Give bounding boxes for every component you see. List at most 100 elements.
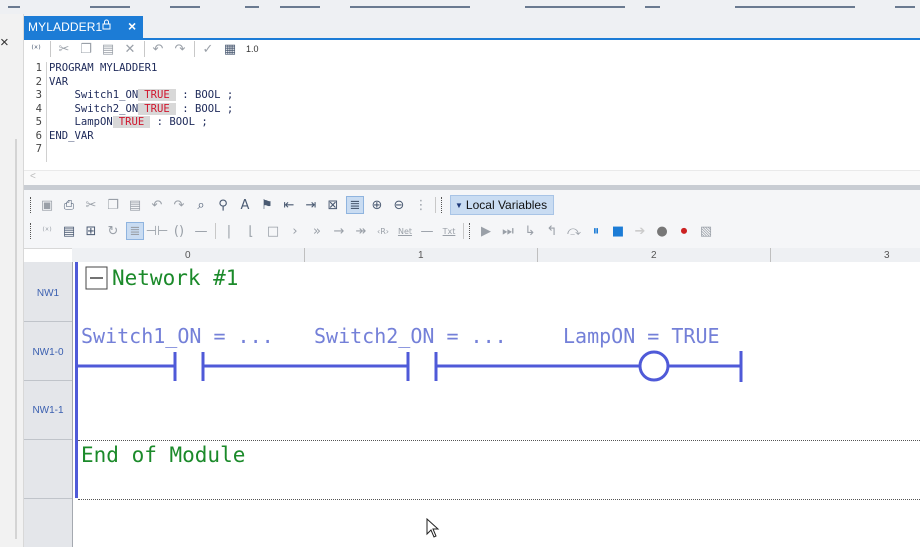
step-icon[interactable]: ⏭ — [500, 223, 516, 239]
record-icon[interactable]: ⏺ — [676, 223, 692, 239]
redo-icon[interactable]: ↷ — [171, 197, 187, 213]
network-title[interactable]: Network #1 — [112, 266, 238, 290]
branch-icon[interactable]: ⌊ — [243, 223, 259, 239]
tab-close-icon[interactable]: × — [128, 18, 136, 34]
code-line[interactable]: VAR — [49, 76, 68, 88]
toolbar-icon[interactable] — [280, 0, 320, 8]
left-power-rail — [75, 262, 78, 498]
refresh-icon[interactable]: ↻ — [105, 223, 121, 239]
paste-icon[interactable]: ▤ — [100, 41, 116, 57]
variable-list-icon[interactable]: ▦ — [222, 41, 238, 57]
insert-function-icon[interactable]: ⊞ — [83, 223, 99, 239]
code-line[interactable]: PROGRAM MYLADDER1 — [49, 62, 157, 74]
find-icon[interactable]: ⌕ — [193, 197, 209, 213]
vertical-line-icon[interactable]: | — [221, 223, 237, 239]
next-bookmark-icon[interactable]: ⇥ — [303, 197, 319, 213]
copy-icon[interactable]: ❐ — [105, 197, 121, 213]
zoom-out-icon[interactable]: ⊖ — [391, 197, 407, 213]
toolbar-icon[interactable] — [645, 0, 660, 8]
grid-icon[interactable]: ⋮ — [413, 197, 429, 213]
breakpoint-icon[interactable]: ● — [654, 223, 670, 239]
check-icon[interactable]: ✓ — [200, 41, 216, 57]
code-line[interactable]: LampON TRUE : BOOL ; — [49, 116, 208, 128]
bookmark-icon[interactable]: ⚑ — [259, 197, 275, 213]
code-line[interactable]: END_VAR — [49, 130, 94, 142]
panel-close-icon[interactable]: × — [0, 34, 9, 51]
toolbar-icon[interactable] — [350, 0, 470, 8]
reset-coil-icon[interactable]: ‹R› — [375, 223, 391, 239]
toolbar-icon[interactable] — [735, 0, 855, 8]
clear-bookmarks-icon[interactable]: ⊠ — [325, 197, 341, 213]
pause-icon[interactable]: ⏸ — [588, 223, 604, 239]
insert-block-icon[interactable]: ▤ — [61, 223, 77, 239]
code-line[interactable]: Switch2_ON TRUE : BOOL ; — [49, 102, 233, 115]
toolbar-icon[interactable] — [525, 0, 625, 8]
line-number: 6 — [35, 129, 42, 142]
network-icon[interactable]: Net — [397, 223, 413, 239]
row-header-nw1[interactable]: NW1 — [24, 288, 72, 299]
print-icon[interactable]: ⎙ — [61, 197, 77, 213]
replace-icon[interactable]: A — [237, 197, 253, 213]
toolbar-icon[interactable] — [170, 0, 200, 8]
contact-switch2-label[interactable]: Switch2_ON = ... — [314, 324, 507, 348]
coil-lamp-label[interactable]: LampON = TRUE — [563, 324, 720, 348]
tab-myladder1[interactable]: MYLADDER1 × — [24, 16, 143, 38]
toolbar-grip[interactable] — [30, 223, 34, 239]
toolbar-icon[interactable] — [90, 0, 130, 8]
step-out-icon[interactable]: ↰ — [544, 223, 560, 239]
jump-icon[interactable]: › — [287, 223, 303, 239]
run-icon[interactable]: ▶ — [478, 223, 494, 239]
horizontal-line-icon[interactable]: — — [419, 223, 435, 239]
copy-icon[interactable]: ❐ — [78, 41, 94, 57]
prev-bookmark-icon[interactable]: ⇤ — [281, 197, 297, 213]
cut-icon[interactable]: ✂ — [83, 197, 99, 213]
zoom-in-icon[interactable]: ⊕ — [369, 197, 385, 213]
cut-icon[interactable]: ✂ — [56, 41, 72, 57]
comment-mode-icon[interactable]: ≣ — [346, 196, 364, 214]
toolbar-icon[interactable] — [8, 0, 20, 8]
end-of-module-label: End of Module — [81, 443, 246, 467]
ladder-diagram[interactable]: Network #1 Switch1_ON = ... Switch2_ON =… — [73, 262, 920, 547]
toolbar-grip[interactable] — [469, 223, 473, 239]
contact-icon[interactable]: ⊣⊢ — [146, 223, 169, 239]
undo-icon[interactable]: ↶ — [149, 197, 165, 213]
insert-variable-icon[interactable]: ⁽ˣ⁾ — [28, 41, 44, 57]
export-icon[interactable]: ▧ — [698, 223, 714, 239]
find-replace-icon[interactable]: ⚲ — [215, 197, 231, 213]
lock-icon[interactable] — [102, 19, 111, 33]
stop-icon[interactable]: ■ — [610, 223, 626, 239]
code-editor[interactable]: 1 PROGRAM MYLADDER1 2 VAR 3 Switch1_ON TR… — [24, 62, 920, 170]
coil-icon[interactable]: () — [171, 223, 187, 239]
code-horizontal-scrollbar[interactable]: < — [24, 170, 920, 185]
ruler-divider — [304, 248, 305, 262]
continue-icon[interactable]: ➔ — [632, 223, 648, 239]
line-icon[interactable]: — — [193, 223, 209, 239]
contact-switch1-label[interactable]: Switch1_ON = ... — [81, 324, 274, 348]
delete-icon[interactable]: ✕ — [122, 41, 138, 57]
return-icon[interactable]: » — [309, 223, 325, 239]
row-header-nw1-0[interactable]: NW1-0 — [24, 347, 72, 358]
code-line[interactable]: Switch1_ON TRUE : BOOL ; — [49, 89, 233, 101]
undo-icon[interactable]: ↶ — [150, 41, 166, 57]
toolbar-icon[interactable] — [895, 0, 915, 8]
insert-variable-icon[interactable]: ⁽ˣ⁾ — [39, 223, 55, 239]
box-icon[interactable]: □ — [265, 223, 281, 239]
paste-icon[interactable]: ▤ — [127, 197, 143, 213]
double-arrow-icon[interactable]: ↠ — [353, 223, 369, 239]
comment-icon[interactable]: ≣ — [126, 222, 144, 240]
toolbar-icon[interactable] — [245, 0, 259, 8]
redo-icon[interactable]: ↷ — [172, 41, 188, 57]
scroll-left-icon[interactable]: < — [30, 171, 36, 182]
save-icon[interactable]: ▣ — [39, 197, 55, 213]
panel-splitter[interactable] — [15, 139, 17, 539]
step-into-icon[interactable]: ↳ — [522, 223, 538, 239]
toolbar-grip[interactable] — [441, 197, 445, 213]
ruler-column-label: 2 — [651, 250, 657, 261]
line-number: 2 — [35, 75, 42, 88]
row-header-nw1-1[interactable]: NW1-1 — [24, 405, 72, 416]
toolbar-grip[interactable] — [30, 197, 34, 213]
arrow-icon[interactable]: → — [331, 223, 347, 239]
text-icon[interactable]: Txt — [441, 223, 457, 239]
step-over-icon[interactable]: ⤼ — [566, 223, 582, 239]
local-variables-dropdown[interactable]: ▼ Local Variables — [450, 195, 555, 215]
